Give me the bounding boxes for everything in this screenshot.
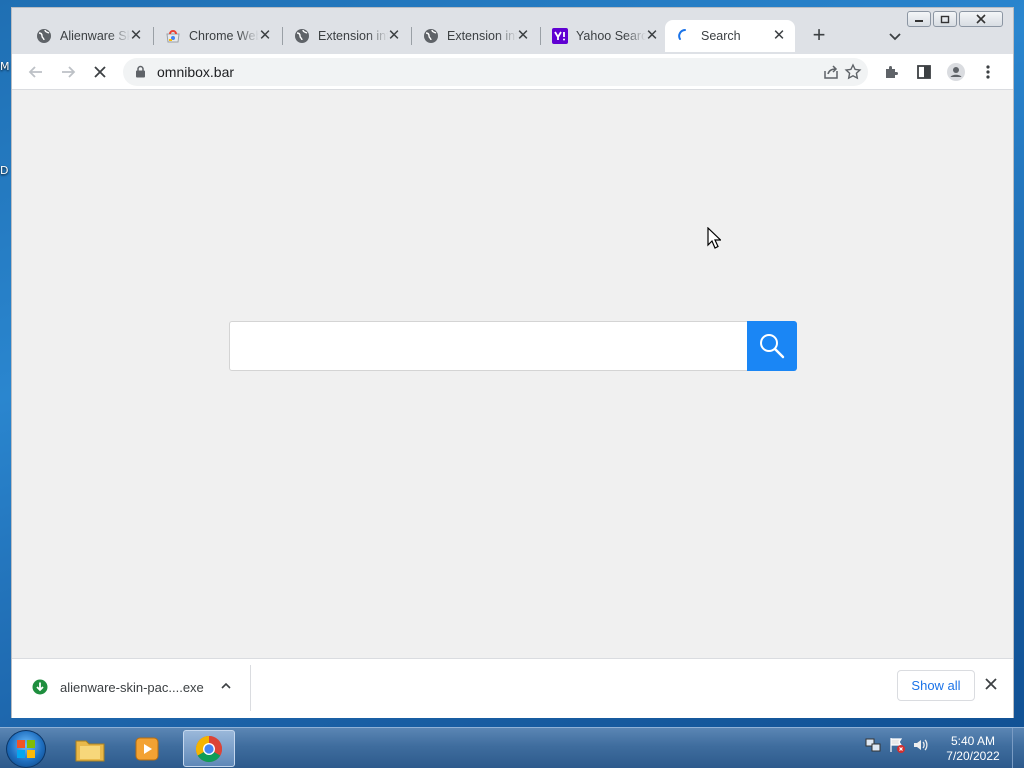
tab-title: Extension info (447, 29, 517, 43)
window-controls (905, 11, 1003, 27)
close-tab-icon[interactable]: ✕ (257, 28, 273, 44)
arrow-left-icon (28, 66, 42, 78)
close-tab-icon[interactable]: ✕ (386, 28, 402, 44)
restore-icon (940, 15, 950, 23)
tab-chrome-web-store[interactable]: Chrome Web Store ✕ (153, 20, 281, 52)
taskbar-file-explorer[interactable] (64, 730, 116, 767)
forward-button[interactable] (56, 60, 80, 84)
avatar-icon (947, 63, 965, 81)
clock-time: 5:40 AM (950, 734, 996, 748)
new-tab-button[interactable]: + (807, 24, 831, 48)
download-item[interactable]: alienware-skin-pac....exe (32, 677, 204, 697)
back-button[interactable] (24, 60, 48, 84)
tab-alienware[interactable]: Alienware Skin ✕ (24, 20, 152, 52)
address-bar[interactable]: omnibox.bar (123, 58, 868, 86)
taskbar-chrome[interactable] (183, 730, 235, 767)
download-shelf: alienware-skin-pac....exe Show all (12, 658, 1013, 718)
show-desktop-button[interactable] (1012, 728, 1024, 768)
divider (250, 665, 251, 711)
globe-icon (36, 28, 52, 44)
arrow-right-icon (62, 66, 76, 78)
download-file-name: alienware-skin-pac....exe (60, 679, 204, 695)
close-shelf-button[interactable] (984, 677, 998, 696)
clock-date: 7/20/2022 (946, 749, 1000, 763)
globe-icon (294, 28, 310, 44)
lock-icon[interactable] (135, 65, 146, 83)
download-options-button[interactable] (219, 679, 233, 698)
browser-toolbar: omnibox.bar (12, 54, 1013, 90)
globe-icon (423, 28, 439, 44)
close-tab-icon[interactable]: ✕ (644, 28, 660, 44)
tab-title: Chrome Web Store (189, 29, 259, 43)
close-tab-icon[interactable]: ✕ (771, 28, 787, 44)
desktop-icon-label[interactable]: D (0, 164, 8, 177)
tab-title: Alienware Skin (60, 29, 130, 43)
menu-button[interactable] (976, 60, 1000, 84)
show-all-button[interactable]: Show all (897, 670, 975, 701)
taskbar-media-player[interactable] (122, 730, 174, 767)
volume-icon[interactable] (912, 736, 930, 754)
restore-button[interactable] (933, 11, 957, 27)
minimize-button[interactable] (907, 11, 931, 27)
tab-yahoo-search[interactable]: Yahoo Search ✕ (540, 20, 668, 52)
tab-title: Search (701, 29, 741, 43)
chevron-up-icon (221, 682, 231, 689)
tab-search-button[interactable] (885, 26, 905, 46)
file-explorer-icon (75, 740, 105, 761)
search-input[interactable] (229, 321, 748, 371)
system-clock[interactable]: 5:40 AM 7/20/2022 (940, 734, 1006, 764)
close-tab-icon[interactable]: ✕ (128, 28, 144, 44)
desktop-icon-label[interactable]: M (0, 60, 10, 73)
bookmark-button[interactable] (841, 60, 865, 84)
close-window-button[interactable] (959, 11, 1003, 27)
profile-button[interactable] (944, 60, 968, 84)
stop-loading-button[interactable] (88, 60, 112, 84)
tab-title: Extension info (318, 29, 388, 43)
action-center-alert-icon[interactable] (888, 736, 906, 754)
star-icon (844, 63, 862, 80)
side-panel-icon (917, 65, 931, 79)
start-button[interactable] (6, 730, 46, 768)
search-icon (760, 334, 785, 359)
close-icon (985, 678, 997, 690)
chevron-down-icon (889, 33, 901, 41)
side-panel-button[interactable] (912, 60, 936, 84)
page-content (12, 90, 1013, 658)
tab-strip: Alienware Skin ✕ Chrome Web Store ✕ Exte… (12, 8, 1013, 56)
media-player-icon (135, 737, 159, 760)
close-icon (976, 14, 986, 24)
system-tray (864, 736, 930, 754)
share-icon[interactable] (822, 63, 840, 86)
mouse-cursor-icon (707, 226, 722, 254)
chrome-icon (195, 735, 223, 762)
chrome-web-store-icon (165, 28, 181, 44)
tab-extension-info[interactable]: Extension info ✕ (282, 20, 410, 52)
search-button[interactable] (747, 321, 797, 371)
loading-spinner-icon (677, 28, 693, 44)
more-vert-icon (986, 65, 990, 79)
windows-logo-icon (17, 740, 35, 758)
tab-title: Yahoo Search (576, 29, 646, 43)
tab-search[interactable]: Search ✕ (665, 20, 795, 52)
yahoo-icon (552, 28, 568, 44)
url-text[interactable]: omnibox.bar (157, 64, 234, 80)
minimize-icon (915, 20, 923, 22)
download-complete-icon (32, 679, 48, 695)
close-tab-icon[interactable]: ✕ (515, 28, 531, 44)
puzzle-icon (886, 66, 898, 78)
extensions-button[interactable] (880, 60, 904, 84)
network-icon[interactable] (864, 736, 882, 754)
close-icon (94, 66, 106, 78)
browser-window: Alienware Skin ✕ Chrome Web Store ✕ Exte… (11, 7, 1014, 718)
taskbar: 5:40 AM 7/20/2022 (0, 727, 1024, 768)
tab-extension-info[interactable]: Extension info ✕ (411, 20, 539, 52)
